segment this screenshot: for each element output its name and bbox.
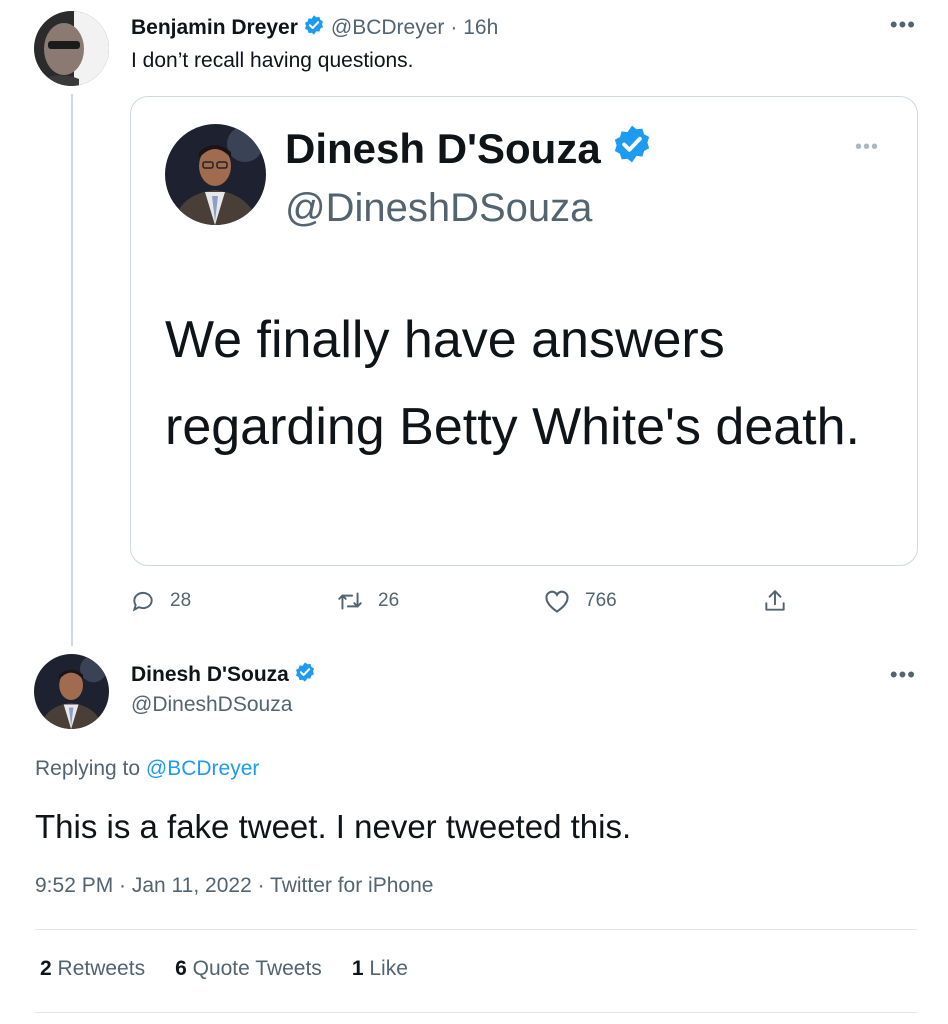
share-button[interactable]	[762, 588, 802, 614]
reply-button[interactable]: 28	[130, 588, 191, 614]
reply-tweet-text: This is a fake tweet. I never tweeted th…	[35, 808, 632, 845]
heart-icon	[545, 590, 569, 613]
avatar-dinesh-dsouza[interactable]	[34, 654, 109, 729]
divider	[35, 1012, 917, 1013]
divider	[35, 929, 917, 930]
share-icon	[765, 590, 785, 611]
retweet-button[interactable]: 26	[336, 588, 399, 614]
reply-count: 28	[170, 590, 192, 611]
quoted-more-icon: •••	[854, 136, 879, 158]
tweet-stats: 2 Retweets 6 Quote Tweets 1 Like	[40, 957, 408, 981]
thread-connector-line	[71, 94, 73, 646]
likes-stat[interactable]: 1 Like	[352, 957, 408, 981]
like-button[interactable]: 766	[543, 588, 617, 614]
reply-author-name-text[interactable]: Dinesh D'Souza	[131, 663, 289, 687]
quote-tweets-stat[interactable]: 6 Quote Tweets	[175, 957, 322, 981]
tweet-actions: 28 26 766	[130, 588, 790, 620]
like-count: 766	[585, 590, 617, 611]
tweet-header: Benjamin Dreyer @BCDreyer · 16h	[131, 14, 498, 42]
retweet-count: 26	[378, 590, 400, 611]
more-options-icon[interactable]: •••	[890, 664, 916, 686]
quoted-author-name-text: Dinesh D'Souza	[285, 125, 601, 172]
tweet-time[interactable]: · 16h	[450, 16, 498, 40]
reply-author-name[interactable]: Dinesh D'Souza	[131, 661, 316, 689]
author-name[interactable]: Benjamin Dreyer	[131, 16, 298, 40]
replying-to-link[interactable]: @BCDreyer	[146, 757, 260, 780]
avatar-benjamin-dreyer[interactable]	[34, 11, 109, 86]
more-options-icon[interactable]: •••	[890, 14, 916, 36]
reply-author-handle[interactable]: @DineshDSouza	[131, 693, 292, 717]
quoted-author-name: Dinesh D'Souza	[285, 123, 653, 175]
replying-prefix: Replying to	[35, 757, 141, 780]
quoted-author-handle: @DineshDSouza	[285, 186, 593, 230]
reply-icon	[132, 591, 153, 612]
verified-badge-icon	[294, 661, 316, 689]
avatar-dinesh-dsouza-large	[165, 124, 266, 225]
author-handle[interactable]: @BCDreyer	[331, 16, 445, 40]
retweets-stat[interactable]: 2 Retweets	[40, 957, 145, 981]
quoted-tweet-image[interactable]: Dinesh D'Souza @DineshDSouza ••• We fina…	[130, 96, 918, 566]
verified-badge-icon	[303, 14, 325, 42]
tweet-meta[interactable]: 9:52 PM · Jan 11, 2022 · Twitter for iPh…	[35, 874, 433, 898]
tweet-text: I don’t recall having questions.	[131, 49, 414, 72]
retweet-icon	[338, 592, 362, 610]
quoted-tweet-text: We finally have answers regarding Betty …	[165, 311, 860, 456]
verified-badge-icon	[611, 123, 653, 175]
replying-to: Replying to @BCDreyer	[35, 757, 259, 781]
